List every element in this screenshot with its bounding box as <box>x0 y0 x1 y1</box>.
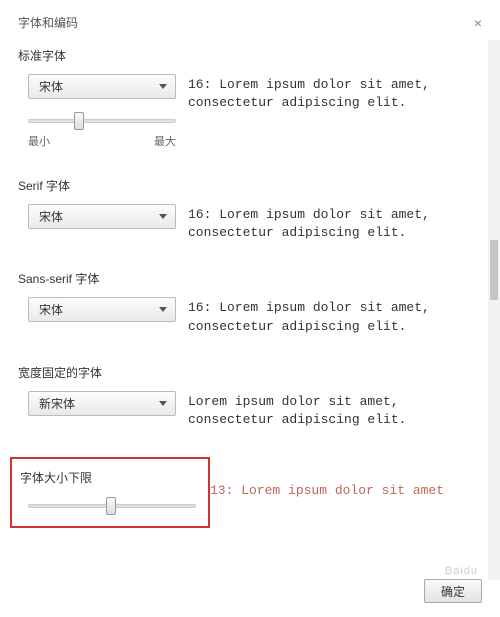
chevron-down-icon <box>159 307 167 312</box>
scrollbar-thumb[interactable] <box>490 240 498 300</box>
fixed-font-preview: Lorem ipsum dolor sit amet, consectetur … <box>188 391 482 429</box>
standard-font-preview: 16: Lorem ipsum dolor sit amet, consecte… <box>188 74 482 112</box>
minsize-slider[interactable] <box>28 498 196 514</box>
scrollbar[interactable] <box>488 40 500 580</box>
slider-min-label: 最小 <box>28 133 50 149</box>
fixed-font-label: 宽度固定的字体 <box>18 364 482 381</box>
sansserif-font-value: 宋体 <box>39 301 63 318</box>
slider-thumb[interactable] <box>106 497 116 515</box>
watermark: Baidu <box>445 565 478 577</box>
standard-font-label: 标准字体 <box>18 47 482 64</box>
serif-font-preview: 16: Lorem ipsum dolor sit amet, consecte… <box>188 204 482 242</box>
sansserif-font-preview: 16: Lorem ipsum dolor sit amet, consecte… <box>188 297 482 335</box>
section-serif-font: Serif 字体 宋体 16: Lorem ipsum dolor sit am… <box>18 177 482 242</box>
section-fixed-font: 宽度固定的字体 新宋体 Lorem ipsum dolor sit amet, … <box>18 364 482 429</box>
standard-font-select[interactable]: 宋体 <box>28 74 176 99</box>
slider-thumb[interactable] <box>74 112 84 130</box>
sansserif-font-select[interactable]: 宋体 <box>28 297 176 322</box>
fixed-font-select[interactable]: 新宋体 <box>28 391 176 416</box>
serif-font-select[interactable]: 宋体 <box>28 204 176 229</box>
fixed-font-value: 新宋体 <box>39 395 75 412</box>
standard-font-value: 宋体 <box>39 78 63 95</box>
section-standard-font: 标准字体 宋体 最小 最大 <box>18 47 482 149</box>
close-icon[interactable]: × <box>474 15 482 31</box>
chevron-down-icon <box>159 84 167 89</box>
serif-font-label: Serif 字体 <box>18 177 482 194</box>
dialog-title: 字体和编码 <box>18 14 78 31</box>
slider-max-label: 最大 <box>154 133 176 149</box>
highlight-box: 字体大小下限 <box>10 457 210 528</box>
dialog-footer: 确定 <box>424 579 482 603</box>
chevron-down-icon <box>159 214 167 219</box>
section-min-font-size: 字体大小下限 13: Lorem ipsum dolor sit amet <box>18 457 482 528</box>
minsize-label: 字体大小下限 <box>20 469 200 486</box>
sansserif-font-label: Sans-serif 字体 <box>18 270 482 287</box>
section-sansserif-font: Sans-serif 字体 宋体 16: Lorem ipsum dolor s… <box>18 270 482 335</box>
chevron-down-icon <box>159 401 167 406</box>
standard-size-slider[interactable] <box>28 113 176 129</box>
ok-button[interactable]: 确定 <box>424 579 482 603</box>
dialog-content: 标准字体 宋体 最小 最大 <box>0 39 500 579</box>
font-encoding-dialog: 字体和编码 × 标准字体 宋体 <box>0 0 500 617</box>
serif-font-value: 宋体 <box>39 208 63 225</box>
minsize-preview: 13: Lorem ipsum dolor sit amet <box>210 457 444 498</box>
dialog-header: 字体和编码 × <box>0 0 500 39</box>
